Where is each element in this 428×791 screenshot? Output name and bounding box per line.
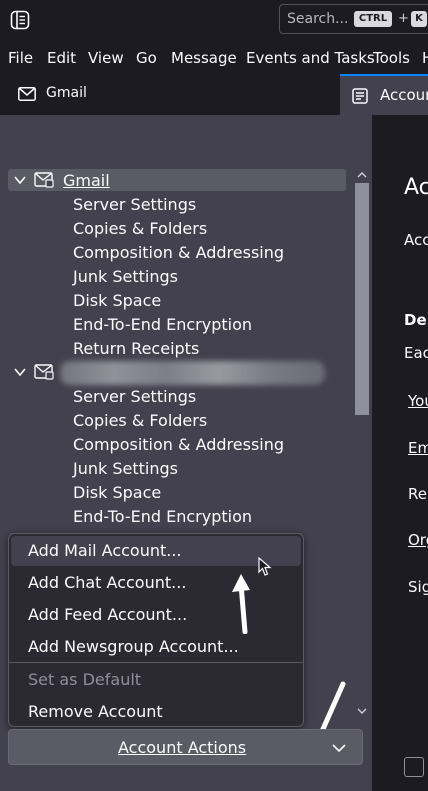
tab-gmail-label: Gmail	[46, 85, 87, 101]
menu-message[interactable]: Message	[171, 49, 237, 67]
menu-edit[interactable]: Edit	[47, 49, 76, 67]
menu-file[interactable]: File	[8, 49, 33, 67]
field-organization-label: Org	[408, 531, 428, 549]
search-box[interactable]: Search... CTRL + K	[279, 4, 428, 34]
search-placeholder: Search...	[287, 11, 349, 27]
menu-view[interactable]: View	[88, 49, 124, 67]
tab-account-label: Accoun	[380, 86, 428, 104]
tree-item-e2e-encryption[interactable]: End-To-End Encryption	[73, 315, 252, 334]
mail-account-icon	[34, 364, 54, 380]
scroll-down-icon[interactable]	[355, 706, 369, 716]
menu-events-tasks[interactable]: Events and Tasks	[246, 49, 375, 67]
tree-item-disk-space[interactable]: Disk Space	[73, 483, 161, 502]
tree-item-copies-folders[interactable]: Copies & Folders	[73, 411, 207, 430]
account-actions-button[interactable]: Account Actions	[8, 729, 363, 765]
tree-item-composition[interactable]: Composition & Addressing	[73, 435, 284, 454]
tree-item-e2e-encryption[interactable]: End-To-End Encryption	[73, 507, 252, 526]
content-heading: Ac	[404, 175, 428, 200]
field-your-name-label: You	[408, 392, 428, 410]
menu-go[interactable]: Go	[136, 49, 157, 67]
menu-remove-account[interactable]: Remove Account	[11, 697, 301, 727]
shortcut-plus: +	[398, 11, 409, 26]
menu-tools[interactable]: Tools	[373, 49, 410, 67]
mouse-cursor-icon	[258, 557, 272, 576]
annotation-arrow-up-icon	[232, 574, 250, 634]
scrollbar-thumb[interactable]	[355, 183, 369, 415]
account-row-gmail[interactable]	[8, 169, 346, 191]
chevron-down-icon[interactable]	[14, 175, 26, 185]
tab-strip: Gmail Accoun	[0, 74, 428, 115]
field-email-label: Em	[408, 439, 428, 457]
tree-item-composition[interactable]: Composition & Addressing	[73, 243, 284, 262]
redacted-account-name	[60, 361, 325, 385]
field-signature-label: Sig	[408, 578, 428, 596]
tree-item-disk-space[interactable]: Disk Space	[73, 291, 161, 310]
menu-separator	[9, 662, 303, 663]
tab-gmail[interactable]: Gmail	[0, 74, 335, 115]
shortcut-k-key: K	[411, 11, 427, 27]
tree-item-server-settings[interactable]: Server Settings	[73, 387, 196, 406]
menu-help[interactable]: H	[422, 49, 428, 67]
tree-item-server-settings[interactable]: Server Settings	[73, 195, 196, 214]
content-description: Eac	[404, 344, 428, 362]
tree-item-return-receipts[interactable]: Return Receipts	[73, 339, 199, 358]
account-name-gmail: Gmail	[63, 171, 110, 190]
account-settings-content: Ac Acc De Eac You Em Rep Org Sig	[372, 115, 428, 791]
field-reply-to-label: Rep	[408, 485, 428, 503]
menu-add-newsgroup-account[interactable]: Add Newsgroup Account...	[11, 632, 301, 662]
tree-item-junk-settings[interactable]: Junk Settings	[73, 459, 178, 478]
tab-account-settings[interactable]: Accoun	[340, 74, 428, 115]
tree-item-junk-settings[interactable]: Junk Settings	[73, 267, 178, 286]
chevron-down-icon	[332, 744, 346, 753]
scroll-up-icon[interactable]	[355, 170, 369, 180]
menu-bar: File Edit View Go Message Events and Tas…	[0, 41, 428, 74]
account-actions-label: Account Actions	[118, 738, 247, 757]
tree-item-copies-folders[interactable]: Copies & Folders	[73, 219, 207, 238]
content-subheading: Acc	[404, 231, 428, 249]
menu-set-as-default: Set as Default	[28, 670, 142, 689]
settings-checkbox[interactable]	[404, 757, 424, 777]
mail-account-icon	[34, 172, 54, 188]
settings-tab-icon	[352, 88, 368, 104]
content-section-title: De	[404, 311, 427, 329]
app-menu-icon[interactable]	[10, 10, 30, 30]
mail-icon	[18, 87, 36, 101]
shortcut-ctrl-key: CTRL	[354, 11, 392, 27]
chevron-down-icon[interactable]	[14, 367, 26, 377]
